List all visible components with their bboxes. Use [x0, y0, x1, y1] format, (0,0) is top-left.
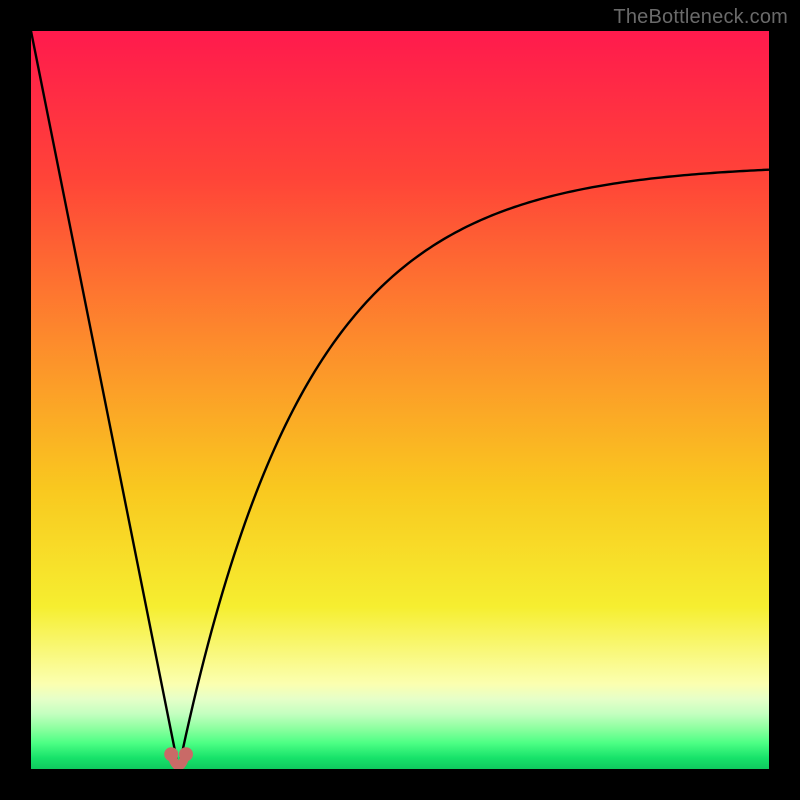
rising-branch	[179, 170, 769, 769]
dip-marker-right	[179, 747, 193, 761]
falling-branch	[31, 31, 179, 769]
dip-marker-left	[164, 747, 178, 761]
attribution-text: TheBottleneck.com	[613, 6, 788, 29]
curve-layer	[31, 31, 769, 769]
plot-frame	[31, 31, 769, 769]
